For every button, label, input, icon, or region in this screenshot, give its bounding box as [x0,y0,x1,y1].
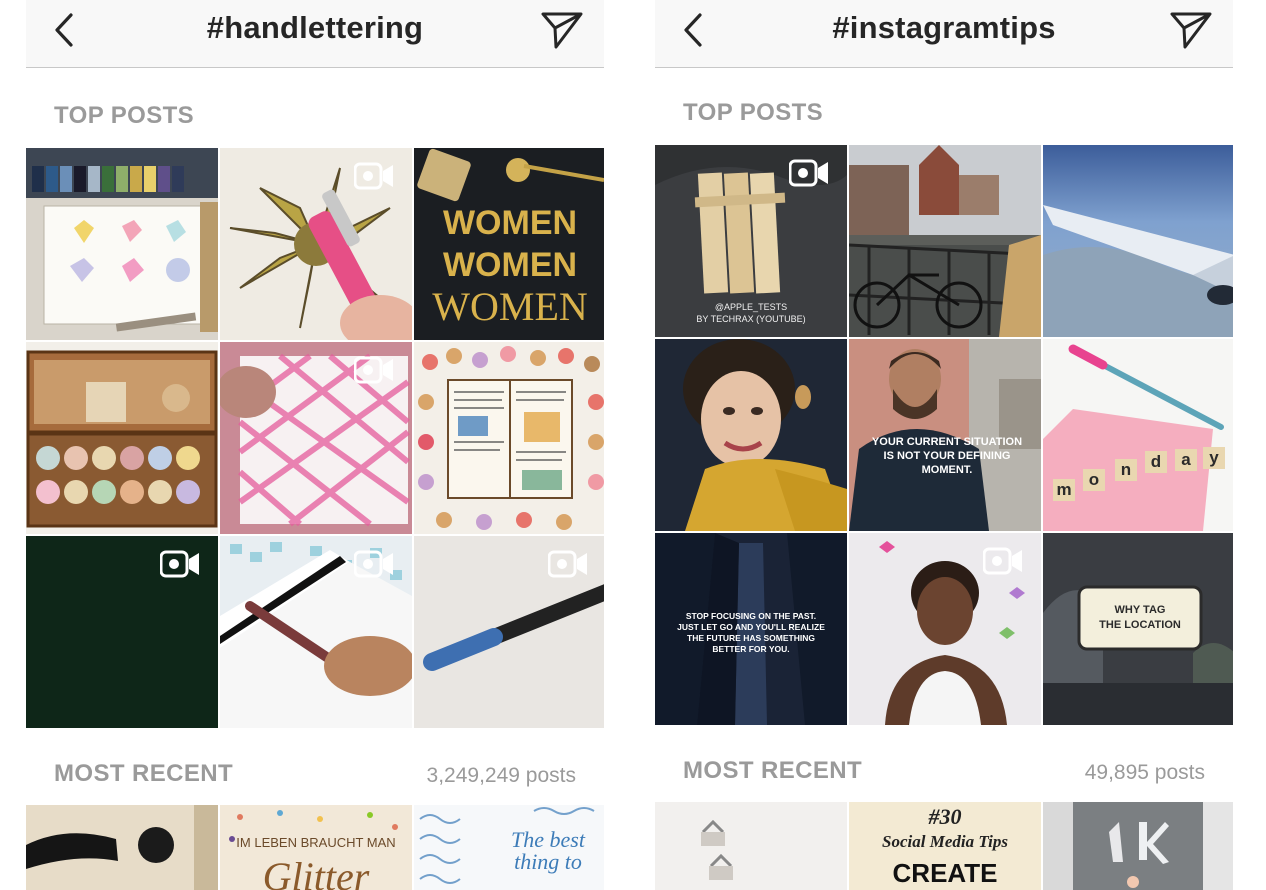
post-thumbnail[interactable] [414,342,604,534]
share-button[interactable] [538,8,586,52]
quote-line: YOUR CURRENT SITUATION [871,436,1023,448]
ink-brush-image [26,805,218,890]
back-button[interactable] [673,8,713,52]
most-recent-grid: #30 Social Media Tips CREATE [655,802,1233,890]
quote-line: IS NOT YOUR DEFINING MOMENT. [883,450,1011,476]
video-camera-icon [354,550,393,578]
tile-tip-number: #30 [928,804,962,829]
video-camera-icon [548,550,587,578]
tile-caption: @APPLE_TESTS BY TECHRAX (YOUTUBE) [655,301,847,325]
post-thumbnail[interactable] [220,536,412,728]
airplane-wing-image [1043,145,1233,337]
post-thumbnail[interactable]: STOP FOCUSING ON THE PAST. JUST LET GO A… [655,533,847,725]
tile-quote-text: STOP FOCUSING ON THE PAST. JUST LET GO A… [663,611,839,655]
most-recent-label: MOST RECENT [54,760,234,787]
caption-line: BY TECHRAX (YOUTUBE) [696,314,806,324]
post-thumbnail[interactable]: @APPLE_TESTS BY TECHRAX (YOUTUBE) [655,145,847,337]
caption-line: @APPLE_TESTS [714,302,788,312]
post-thumbnail[interactable] [1043,802,1233,890]
quote-line: JUST LET GO AND YOU'LL REALIZE [677,622,825,632]
watercolor-swatches-image [26,148,218,340]
hashtag-screen-handlettering: #handlettering TOP POSTS WOMEN WOMEN WOM… [26,0,604,890]
quote-line: THE FUTURE HAS SOMETHING [687,633,815,643]
post-thumbnail[interactable]: #30 Social Media Tips CREATE [849,802,1041,890]
post-thumbnail[interactable] [655,802,847,890]
tile-tip-title: Social Media Tips [882,832,1008,851]
canal-bicycle-image [849,145,1041,337]
back-button[interactable] [44,8,84,52]
post-thumbnail[interactable] [26,536,218,728]
post-thumbnail[interactable]: m o n d a y [1043,339,1233,531]
post-thumbnail[interactable] [849,533,1041,725]
post-thumbnail[interactable] [220,342,412,534]
lettering-line: WOMEN [442,204,578,242]
most-recent-grid: IM LEBEN BRAUCHT MAN Glitter The best th… [26,805,604,890]
chevron-left-icon [55,13,73,47]
letter-block: o [1083,469,1105,491]
post-thumbnail[interactable]: IM LEBEN BRAUCHT MAN Glitter [220,805,412,890]
post-thumbnail[interactable] [849,145,1041,337]
post-thumbnail[interactable] [414,536,604,728]
top-posts-label: TOP POSTS [54,102,195,129]
quote-line: BETTER FOR YOU. [712,644,790,654]
top-posts-label: TOP POSTS [683,99,824,126]
top-posts-grid: @APPLE_TESTS BY TECHRAX (YOUTUBE) YOUR C… [655,145,1233,725]
quote-line: THE LOCATION [1099,619,1181,631]
lettering-line: WOMEN [442,246,578,284]
post-thumbnail[interactable]: The best thing to [414,805,604,890]
woman-yellow-scarf-image [655,339,847,531]
lettering-line: WOMEN [432,284,588,329]
post-thumbnail[interactable] [26,805,218,890]
tile-quote-line: Glitter [262,854,370,890]
post-count: 3,249,249 posts [426,764,576,787]
nav-bar: #instagramtips [655,0,1233,68]
balloons-image [1043,802,1233,890]
quote-line: STOP FOCUSING ON THE PAST. [685,611,817,621]
video-camera-icon [354,162,393,190]
video-camera-icon [983,547,1022,575]
tile-quote-text: YOUR CURRENT SITUATION IS NOT YOUR DEFIN… [859,435,1035,477]
monday-blocks-image [1043,339,1233,531]
most-recent-label: MOST RECENT [683,757,863,784]
journal-flatlay-image [414,342,604,534]
post-thumbnail[interactable] [1043,145,1233,337]
quote-line: WHY TAG [1114,604,1166,616]
share-button[interactable] [1167,8,1215,52]
post-thumbnail[interactable]: YOUR CURRENT SITUATION IS NOT YOUR DEFIN… [849,339,1041,531]
tile-quote-line: IM LEBEN BRAUCHT MAN [236,835,396,850]
tile-calligraphy-text: The best thing to [511,827,585,874]
post-count: 49,895 posts [1084,761,1205,784]
letter-block: a [1175,449,1197,471]
post-thumbnail[interactable] [655,339,847,531]
tile-lettering-text: WOMEN WOMEN WOMEN [414,202,604,328]
post-thumbnail[interactable] [26,342,218,534]
video-camera-icon [160,550,199,578]
hashtag-title: #handlettering [206,10,424,45]
letter-block: m [1053,479,1075,501]
chevron-left-icon [684,13,702,47]
tile-tip-word: CREATE [892,858,998,888]
letter-block: y [1203,447,1225,469]
letter-block: n [1115,459,1137,481]
washi-tape-box-image [26,342,218,534]
tile-quote-text: WHY TAG THE LOCATION [1079,603,1201,633]
video-camera-icon [789,159,828,187]
post-thumbnail[interactable] [26,148,218,340]
nav-bar: #handlettering [26,0,604,68]
hashtag-title: #instagramtips [832,10,1056,45]
paper-plane-icon [1170,12,1212,49]
paper-plane-icon [541,12,583,49]
post-thumbnail[interactable] [220,148,412,340]
post-thumbnail[interactable]: WOMEN WOMEN WOMEN [414,148,604,340]
hashtag-screen-instagramtips: #instagramtips TOP POSTS @APPLE_TESTS BY… [655,0,1233,890]
binder-clips-image [655,802,847,890]
letter-block: d [1145,451,1167,473]
top-posts-grid: WOMEN WOMEN WOMEN [26,148,604,728]
video-camera-icon [354,356,393,384]
post-thumbnail[interactable]: WHY TAG THE LOCATION [1043,533,1233,725]
